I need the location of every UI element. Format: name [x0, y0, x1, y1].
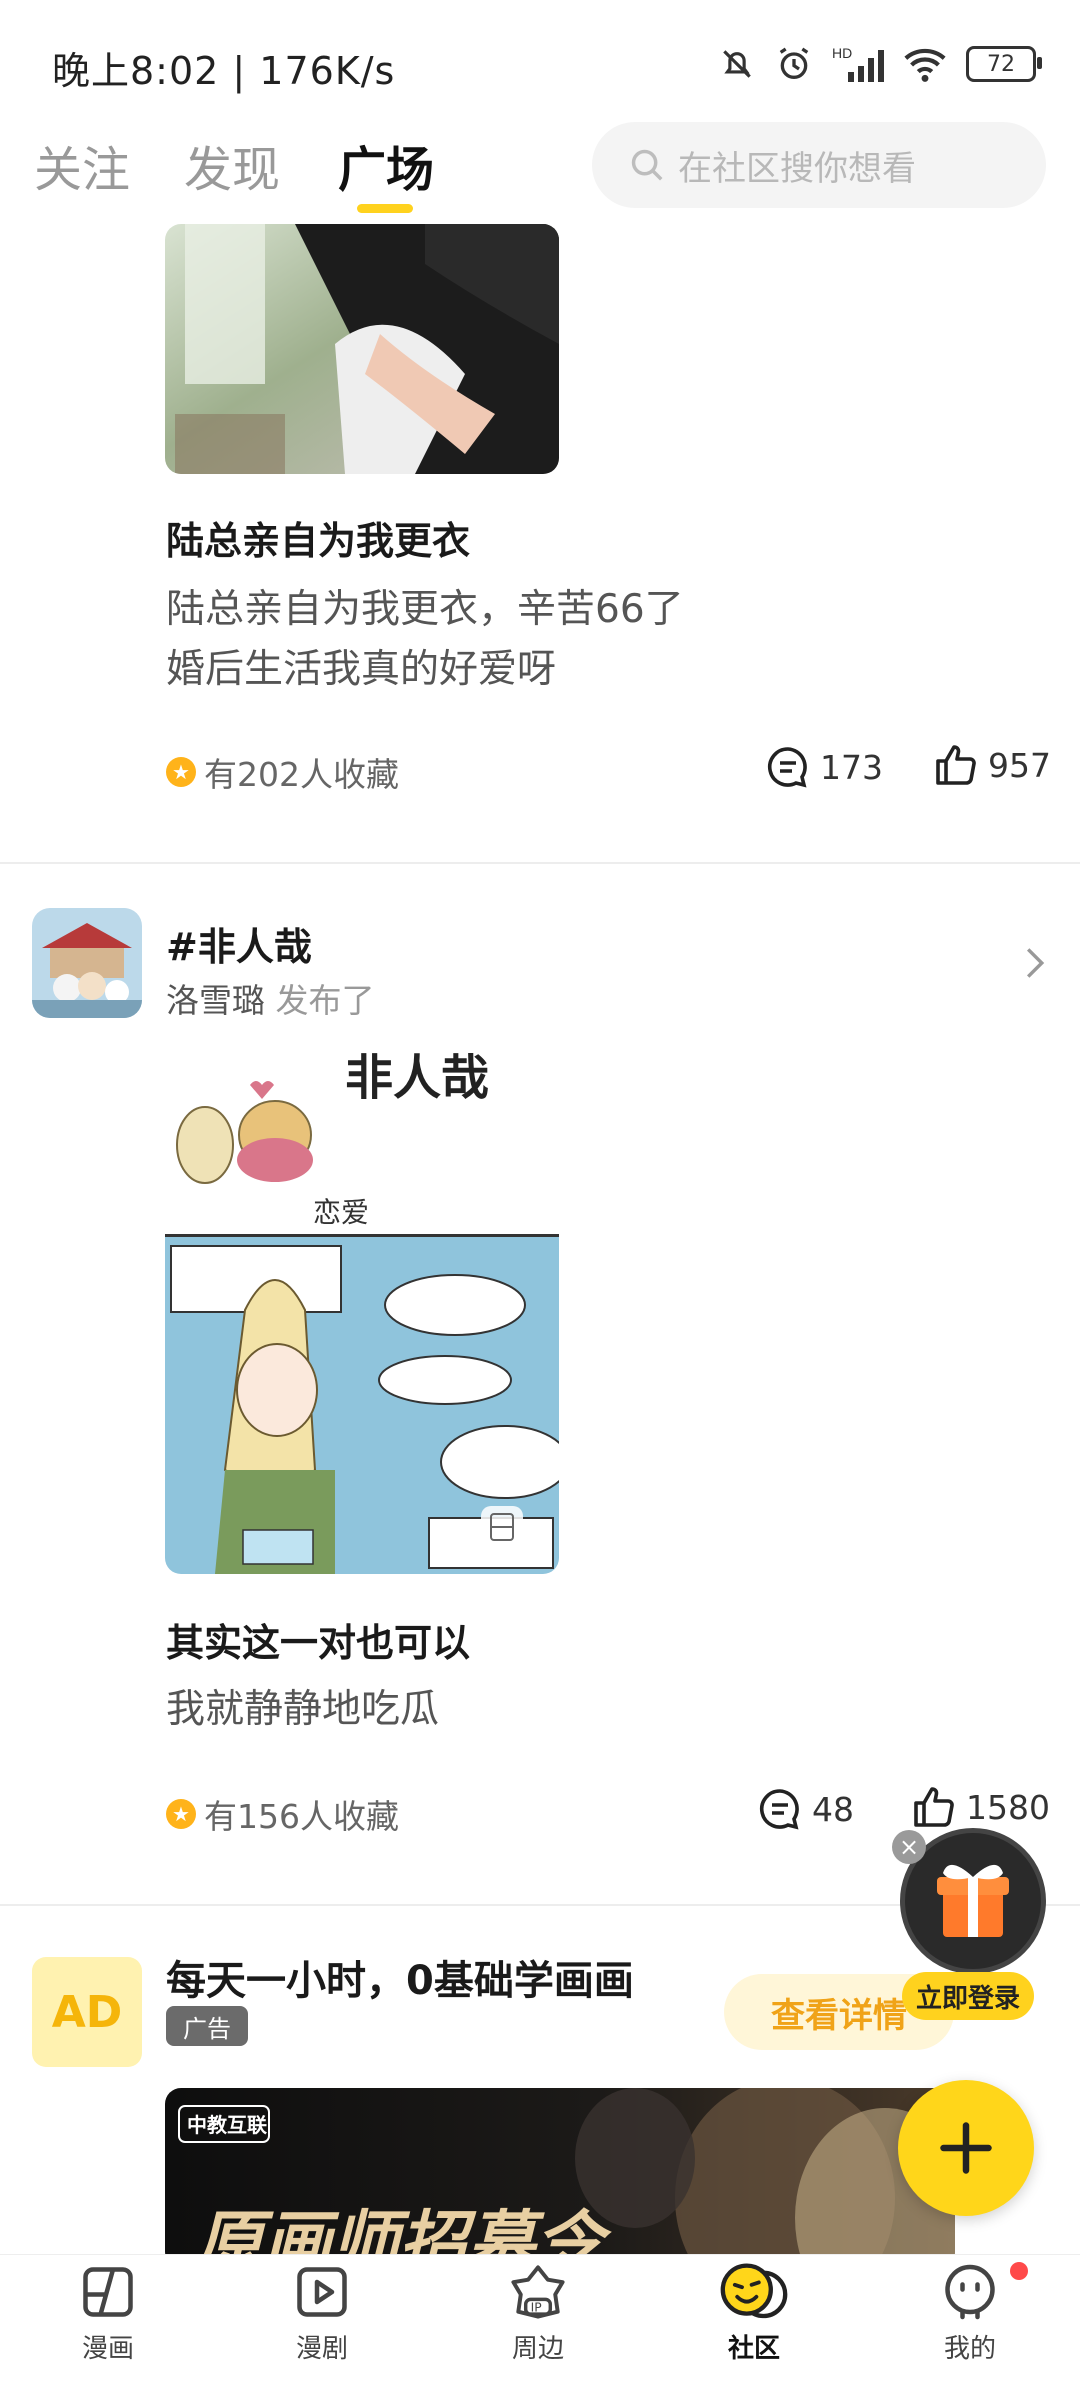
community-icon: [720, 2263, 788, 2319]
ad-banner[interactable]: 中教互联 原画师招募令: [165, 2088, 955, 2268]
nav-drama[interactable]: 漫剧: [262, 2262, 382, 2365]
status-bar: 晚上8:02 | 176K/s HD 72: [0, 0, 1080, 120]
thumbs-up-icon: [914, 1787, 954, 1827]
profile-icon: [945, 2264, 995, 2320]
post2-topic-avatar[interactable]: [32, 908, 142, 1018]
star-icon: ★: [166, 1799, 196, 1829]
post1-comment-button[interactable]: 173: [764, 743, 883, 791]
nav-community[interactable]: 社区: [694, 2262, 814, 2365]
star-icon: ★: [166, 757, 196, 787]
thumbs-up-icon: [936, 745, 976, 785]
ip-icon: IP: [511, 2265, 565, 2319]
alarm-icon: [779, 47, 809, 79]
nav-merch[interactable]: IP 周边: [478, 2262, 598, 2365]
post2-image[interactable]: 非人哉 恋爱: [165, 1050, 559, 1574]
comment-icon: [759, 1789, 799, 1830]
post2-title[interactable]: 其实这一对也可以: [166, 1612, 470, 1667]
comic-icon: [83, 2267, 133, 2317]
search-placeholder: 在社区搜你想看: [678, 148, 916, 189]
post1-image[interactable]: [165, 224, 559, 474]
battery-level: 72: [987, 51, 1015, 77]
play-icon: [297, 2267, 347, 2317]
post2-comment-count: 48: [812, 1789, 854, 1829]
svg-text:HD: HD: [832, 45, 852, 61]
nav-merch-label: 周边: [511, 2334, 564, 2364]
post2-comment-button[interactable]: 48: [756, 1785, 854, 1833]
post1-like-button[interactable]: 957: [932, 741, 1051, 789]
post1-body-line2: 婚后生活我真的好爱呀: [166, 647, 557, 692]
nav-comic-label: 漫画: [81, 2334, 134, 2364]
signal-icon: HD: [832, 45, 884, 82]
post1-like-count: 957: [988, 745, 1051, 785]
chevron-right-icon[interactable]: [1024, 946, 1046, 980]
post2-author[interactable]: 洛雪璐: [166, 981, 265, 1020]
post2-topic[interactable]: #非人哉: [166, 916, 312, 971]
post2-favorites: ★ 有156人收藏: [166, 1790, 399, 1838]
mute-bell-icon: [723, 50, 751, 78]
post2-image-caption: 恋爱: [313, 1196, 369, 1229]
post2-body: 我就静静地吃瓜: [166, 1687, 440, 1732]
wifi-icon: [904, 48, 946, 82]
search-icon: [631, 149, 663, 181]
nav-profile-label: 我的: [943, 2334, 996, 2364]
battery-indicator: 72: [966, 46, 1042, 82]
nav-comic[interactable]: 漫画: [48, 2262, 168, 2365]
post2-author-line: 洛雪璐 发布了: [166, 974, 375, 1022]
post1-comment-count: 173: [820, 747, 883, 787]
nav-community-label: 社区: [727, 2334, 780, 2364]
post2-like-count: 1580: [966, 1787, 1050, 1827]
post1-favorites-text: 有202人收藏: [204, 755, 399, 794]
ad-banner-brand: 中教互联: [187, 2113, 267, 2137]
feed-divider: [0, 862, 1080, 864]
post2-image-title: 非人哉: [345, 1050, 489, 1106]
active-tab-indicator: [357, 204, 413, 213]
ad-tag: 广告: [166, 2006, 248, 2046]
status-time: 晚上8:02 | 176K/s: [52, 49, 396, 93]
post2-action: 发布了: [275, 981, 375, 1020]
comment-icon: [767, 747, 807, 788]
tab-follow[interactable]: 关注: [34, 130, 130, 200]
tab-square[interactable]: 广场: [338, 130, 434, 200]
ad-title[interactable]: 每天一小时，0基础学画画: [166, 1948, 634, 2006]
search-bar[interactable]: 在社区搜你想看: [592, 122, 1046, 208]
status-icons: HD 72: [718, 40, 1042, 88]
nav-drama-label: 漫剧: [295, 2334, 348, 2364]
gift-icon: [937, 1864, 1009, 1937]
tab-discover[interactable]: 发现: [184, 130, 280, 200]
post2-favorites-text: 有156人收藏: [204, 1797, 399, 1836]
post1-body-line1: 陆总亲自为我更衣，辛苦66了: [166, 587, 684, 632]
svg-text:IP: IP: [531, 2301, 542, 2315]
close-gift-icon[interactable]: ×: [892, 1830, 926, 1864]
login-button[interactable]: 立即登录: [902, 1972, 1034, 2020]
post1-favorites: ★ 有202人收藏: [166, 748, 399, 796]
post2-like-button[interactable]: 1580: [910, 1783, 1050, 1831]
notification-dot: [1010, 2262, 1028, 2280]
plus-icon: [940, 2122, 992, 2174]
create-post-button[interactable]: [898, 2080, 1034, 2216]
post1-title[interactable]: 陆总亲自为我更衣: [166, 510, 470, 565]
ad-badge: AD: [32, 1957, 142, 2067]
